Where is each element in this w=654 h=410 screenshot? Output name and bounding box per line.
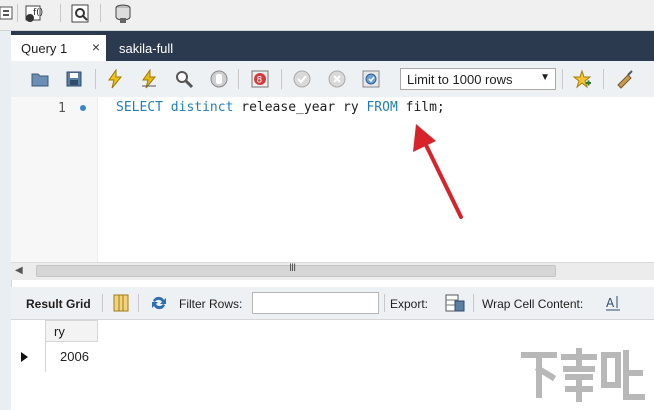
current-row-arrow-icon: [21, 352, 28, 362]
limit-rows-select[interactable]: Limit to 1000 rows ▼: [400, 68, 556, 90]
filter-rows-input[interactable]: [252, 292, 379, 314]
tab-label: sakila-full: [119, 41, 174, 56]
filter-rows-label: Filter Rows:: [179, 297, 243, 311]
toggle-error-stop-icon[interactable]: 8: [250, 69, 270, 89]
sql-code-line[interactable]: SELECT distinct release_year ry FROM fil…: [116, 100, 445, 115]
sql-keyword: distinct: [170, 100, 234, 115]
refresh-icon[interactable]: [150, 295, 168, 311]
execute-icon[interactable]: [105, 69, 125, 89]
close-tab-icon[interactable]: ×: [92, 39, 100, 55]
open-folder-icon[interactable]: [30, 69, 50, 89]
reconnect-icon[interactable]: [112, 2, 134, 24]
wrap-cell-content-label: Wrap Cell Content:: [482, 297, 584, 311]
column-header-ry[interactable]: ry: [45, 320, 98, 342]
create-function-icon[interactable]: f(): [24, 2, 46, 24]
sql-editor-toolbar: 8 Limit to 1000 rows ▼: [11, 61, 654, 98]
grid-cell[interactable]: 2006: [60, 349, 89, 364]
statement-marker-icon: [80, 105, 86, 111]
commit-icon[interactable]: [292, 69, 312, 89]
scrollbar-grip-icon: III: [289, 262, 296, 274]
tab-sakila-full[interactable]: sakila-full: [109, 35, 199, 61]
export-icon[interactable]: [445, 293, 465, 313]
autocommit-icon[interactable]: [361, 69, 381, 89]
grid-view-icon[interactable]: [113, 294, 129, 312]
watermark-logo: [521, 348, 645, 402]
limit-rows-value: Limit to 1000 rows: [407, 72, 513, 87]
scroll-left-arrow-icon[interactable]: ◀: [15, 265, 23, 276]
sql-editor[interactable]: 1 SELECT distinct release_year ry FROM f…: [11, 97, 654, 262]
svg-text:f(): f(): [33, 8, 43, 18]
scrollbar-thumb[interactable]: III: [36, 262, 556, 277]
beautify-broom-icon[interactable]: [614, 69, 634, 89]
line-number-gutter: 1: [11, 97, 98, 262]
svg-text:8: 8: [257, 76, 263, 86]
sql-keyword: FROM: [366, 100, 398, 115]
editor-horizontal-scrollbar[interactable]: ◀ III: [11, 262, 654, 280]
line-number: 1: [58, 101, 66, 116]
save-icon[interactable]: [64, 69, 84, 89]
sql-alias: ry: [343, 100, 359, 115]
result-grid-button[interactable]: Result Grid: [26, 297, 91, 311]
execute-current-icon[interactable]: [139, 69, 159, 89]
sql-keyword: SELECT: [116, 100, 163, 115]
results-toolbar: Result Grid Filter Rows: Export: Wrap Ce…: [11, 287, 654, 320]
tab-label: Query 1: [21, 41, 68, 56]
sql-identifier: film;: [405, 100, 445, 115]
schema-inspector-icon[interactable]: [0, 2, 22, 24]
stop-icon[interactable]: [209, 69, 229, 89]
query-tab-bar: Query 1 × sakila-full: [11, 31, 654, 61]
explain-icon[interactable]: [174, 69, 194, 89]
sql-identifier: release_year: [241, 100, 336, 115]
svg-text:A: A: [606, 296, 615, 310]
add-snippet-star-icon[interactable]: [572, 69, 592, 89]
chevron-down-icon: ▼: [540, 72, 550, 83]
tab-query-1[interactable]: Query 1 ×: [11, 35, 106, 61]
app-toolbar: f(): [0, 0, 654, 31]
export-label: Export:: [390, 297, 429, 311]
rollback-icon[interactable]: [327, 69, 347, 89]
wrap-text-icon[interactable]: A: [605, 294, 621, 312]
row-header-column: [11, 320, 46, 372]
search-table-data-icon[interactable]: [70, 2, 92, 24]
